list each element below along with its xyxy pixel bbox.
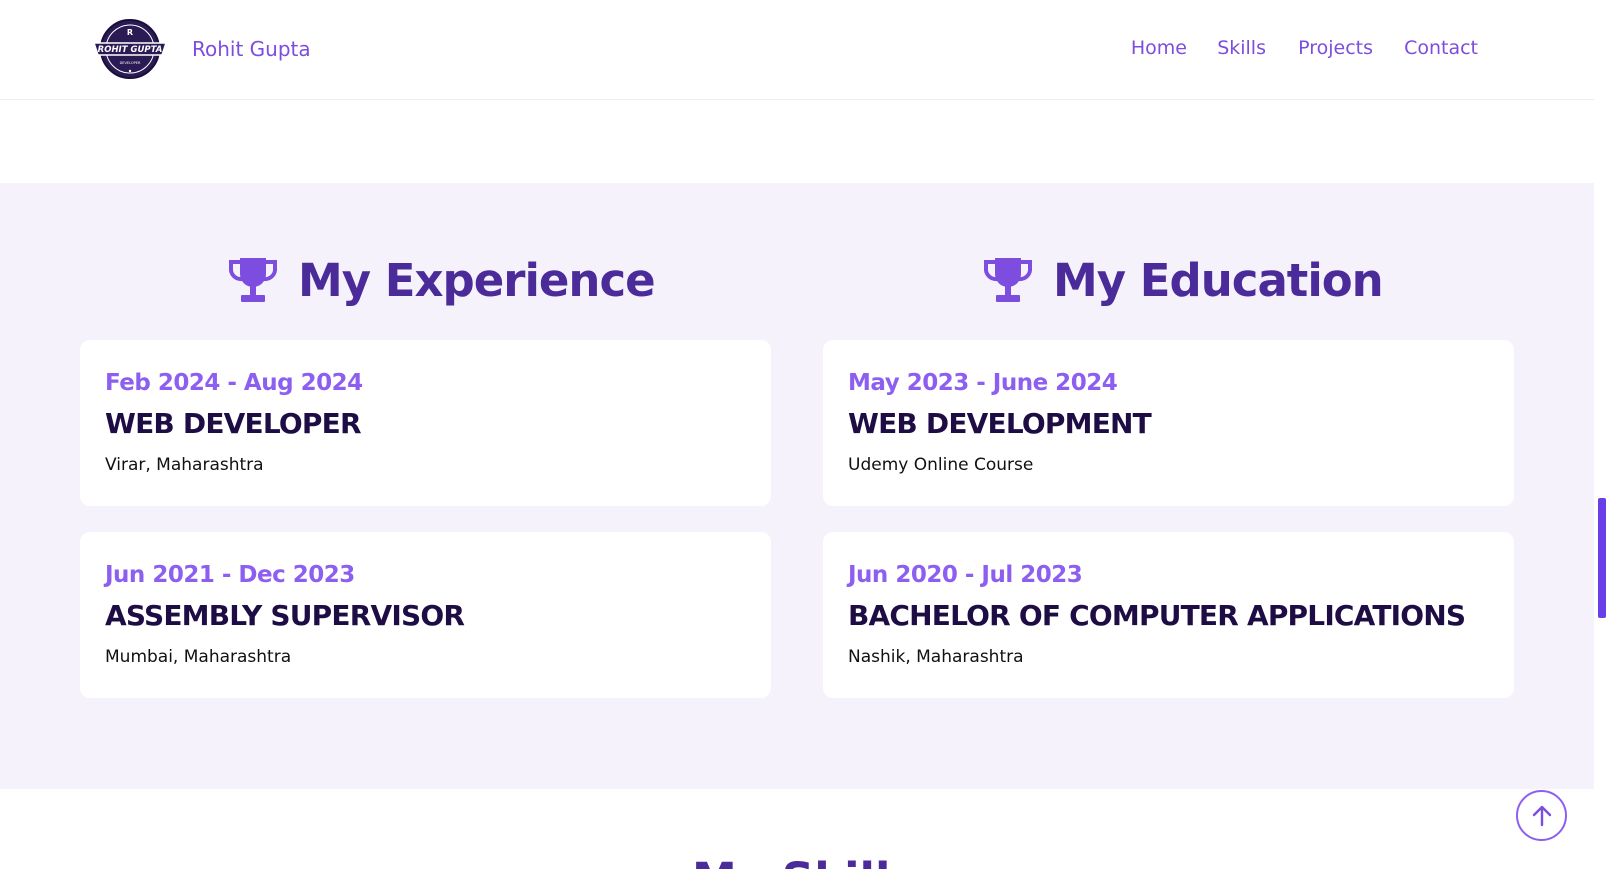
education-place: Nashik, Maharashtra xyxy=(848,647,1024,667)
education-place: Udemy Online Course xyxy=(848,455,1034,475)
experience-card: Feb 2024 - Aug 2024 WEB DEVELOPER Virar,… xyxy=(80,340,771,506)
scrollbar-thumb[interactable] xyxy=(1598,498,1606,618)
education-role: WEB DEVELOPMENT xyxy=(848,407,1152,440)
experience-role: WEB DEVELOPER xyxy=(105,407,362,440)
education-date: May 2023 - June 2024 xyxy=(848,370,1118,396)
education-date: Jun 2020 - Jul 2023 xyxy=(848,562,1083,588)
experience-place: Virar, Maharashtra xyxy=(105,455,264,475)
nav-home[interactable]: Home xyxy=(1131,37,1187,59)
site-header: R ROHIT GUPTA DEVELOPER Rohit Gupta Home… xyxy=(0,0,1594,100)
experience-place: Mumbai, Maharashtra xyxy=(105,647,292,667)
experience-date: Jun 2021 - Dec 2023 xyxy=(105,562,355,588)
nav-contact[interactable]: Contact xyxy=(1404,37,1478,59)
svg-text:R: R xyxy=(127,28,133,37)
skills-heading-partial: My Skills xyxy=(692,853,917,869)
scroll-to-top-button[interactable] xyxy=(1516,790,1567,841)
trophy-icon xyxy=(228,258,278,302)
experience-role: ASSEMBLY SUPERVISOR xyxy=(105,599,465,632)
education-card: Jun 2020 - Jul 2023 BACHELOR OF COMPUTER… xyxy=(823,532,1514,698)
education-card: May 2023 - June 2024 WEB DEVELOPMENT Ude… xyxy=(823,340,1514,506)
education-role: BACHELOR OF COMPUTER APPLICATIONS xyxy=(848,599,1466,632)
svg-text:ROHIT GUPTA: ROHIT GUPTA xyxy=(98,45,163,55)
experience-card: Jun 2021 - Dec 2023 ASSEMBLY SUPERVISOR … xyxy=(80,532,771,698)
experience-date: Feb 2024 - Aug 2024 xyxy=(105,370,363,396)
page-scrollbar[interactable] xyxy=(1594,0,1607,869)
education-heading: My Education xyxy=(983,250,1384,310)
experience-title: My Experience xyxy=(298,253,656,307)
nav-projects[interactable]: Projects xyxy=(1298,37,1373,59)
trophy-icon xyxy=(983,258,1033,302)
experience-heading: My Experience xyxy=(228,250,656,310)
svg-text:DEVELOPER: DEVELOPER xyxy=(120,61,141,65)
brand-name[interactable]: Rohit Gupta xyxy=(192,37,311,61)
logo[interactable]: R ROHIT GUPTA DEVELOPER xyxy=(91,18,169,80)
logo-badge-icon: R ROHIT GUPTA DEVELOPER xyxy=(92,19,168,79)
education-title: My Education xyxy=(1053,253,1384,307)
arrow-up-icon xyxy=(1532,805,1551,826)
viewport: R ROHIT GUPTA DEVELOPER Rohit Gupta Home… xyxy=(0,0,1594,869)
nav-skills[interactable]: Skills xyxy=(1217,37,1266,59)
